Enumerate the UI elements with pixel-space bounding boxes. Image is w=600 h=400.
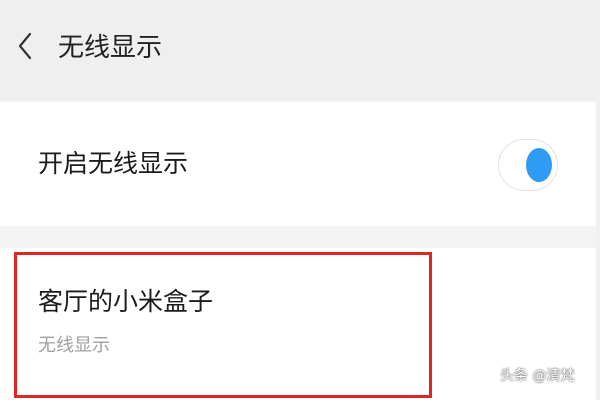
device-subtitle: 无线显示 [38, 335, 110, 356]
section-divider [0, 226, 600, 248]
toggle-knob [526, 148, 552, 182]
page-title: 无线显示 [58, 33, 163, 63]
chevron-left-icon [17, 31, 33, 65]
screen: 无线显示 开启无线显示 客厅的小米盒子 无线显示 头条 @清梵 [0, 0, 600, 400]
right-edge-strip [596, 102, 600, 400]
wireless-display-toggle-label: 开启无线显示 [38, 149, 189, 178]
back-button[interactable] [10, 28, 40, 68]
header-bar: 无线显示 [0, 0, 600, 100]
watermark: 头条 @清梵 [500, 368, 575, 384]
device-name: 客厅的小米盒子 [38, 287, 214, 316]
wireless-display-toggle[interactable] [498, 139, 558, 191]
